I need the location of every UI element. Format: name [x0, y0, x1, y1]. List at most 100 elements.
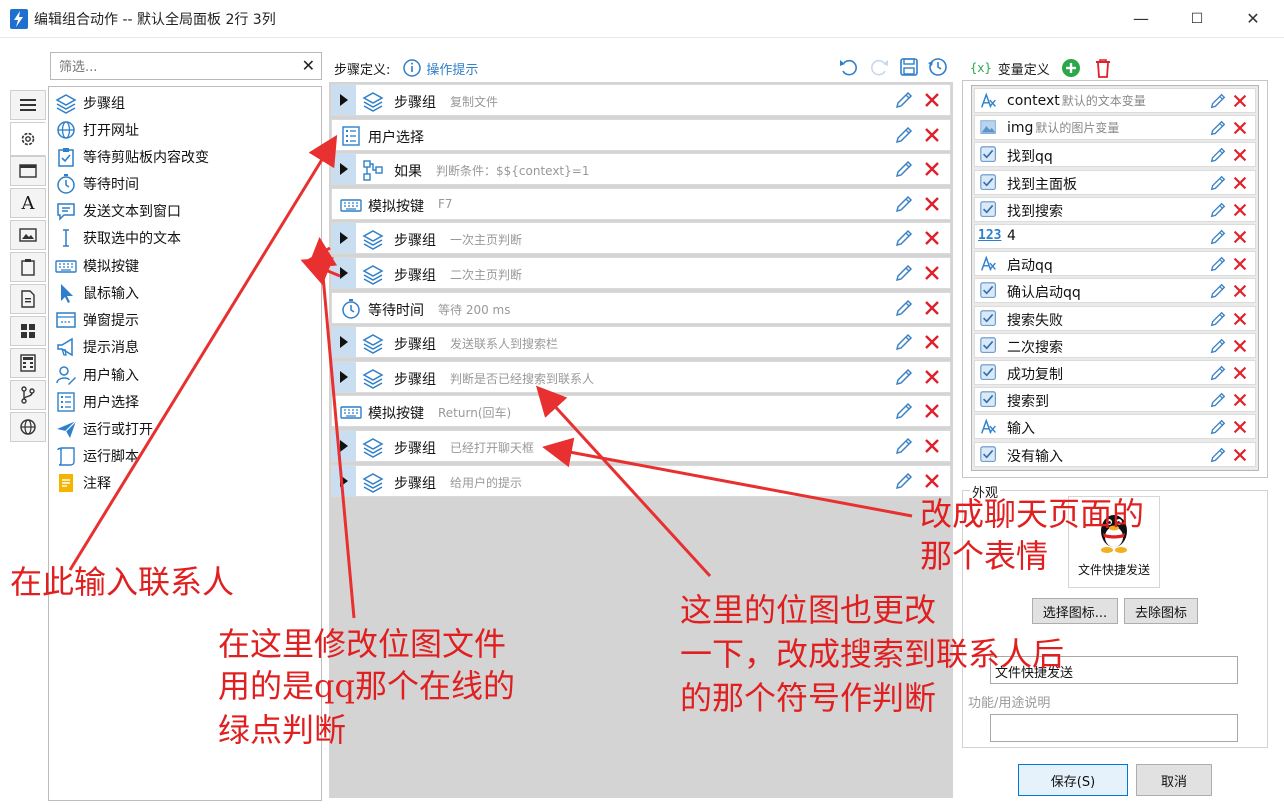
variable-row[interactable]: 输入 — [974, 414, 1256, 440]
variable-row[interactable]: 二次搜索 — [974, 332, 1256, 358]
cancel-button[interactable]: 取消 — [1136, 764, 1212, 796]
edit-variable-icon[interactable] — [1209, 391, 1227, 409]
delete-step-icon[interactable] — [922, 263, 942, 283]
delete-step-icon[interactable] — [922, 436, 942, 456]
edit-variable-icon[interactable] — [1209, 228, 1227, 246]
remove-icon-button[interactable]: 去除图标 — [1124, 598, 1198, 624]
delete-variable-row-icon[interactable] — [1231, 228, 1249, 246]
clear-filter-icon[interactable]: ✕ — [302, 56, 315, 75]
expand-arrow-icon[interactable] — [332, 258, 356, 288]
step-row[interactable]: 步骤组 判断是否已经搜索到联系人 — [331, 360, 951, 393]
rail-text-button[interactable]: A — [10, 188, 46, 218]
variable-row[interactable]: 找到搜索 — [974, 196, 1256, 222]
delete-variable-row-icon[interactable] — [1231, 146, 1249, 164]
palette-item[interactable]: 步骤组 — [55, 91, 125, 115]
edit-step-icon[interactable] — [894, 263, 914, 283]
delete-step-icon[interactable] — [922, 125, 942, 145]
edit-variable-icon[interactable] — [1209, 418, 1227, 436]
variable-row[interactable]: 成功复制 — [974, 360, 1256, 385]
variable-row[interactable]: 找到主面板 — [974, 169, 1256, 195]
delete-variable-row-icon[interactable] — [1231, 391, 1249, 409]
delete-step-icon[interactable] — [922, 298, 942, 318]
step-row[interactable]: 如果 判断条件：$${context}=1 — [331, 153, 951, 186]
expand-arrow-icon[interactable] — [332, 223, 356, 254]
variable-row[interactable]: 123 4 — [974, 224, 1256, 249]
delete-step-icon[interactable] — [922, 90, 942, 110]
edit-variable-icon[interactable] — [1209, 119, 1227, 137]
edit-variable-icon[interactable] — [1209, 337, 1227, 355]
step-row[interactable]: 等待时间 等待 200 ms — [331, 291, 951, 324]
variable-row[interactable]: 启动qq — [974, 251, 1256, 277]
redo-icon[interactable] — [868, 56, 890, 78]
minimize-button[interactable]: — — [1118, 0, 1164, 38]
palette-item[interactable]: 提示消息 — [55, 335, 139, 359]
expand-arrow-icon[interactable] — [332, 361, 356, 392]
edit-step-icon[interactable] — [894, 298, 914, 318]
step-row[interactable]: 步骤组 二次主页判断 — [331, 257, 951, 289]
save-button[interactable]: 保存(S) — [1018, 764, 1128, 796]
variable-row[interactable]: 搜索失败 — [974, 305, 1256, 331]
rail-windows-button[interactable] — [10, 316, 46, 346]
delete-variable-row-icon[interactable] — [1231, 364, 1249, 382]
edit-variable-icon[interactable] — [1209, 446, 1227, 464]
delete-step-icon[interactable] — [922, 228, 942, 248]
step-row[interactable]: 模拟按键 Return(回车) — [331, 395, 951, 428]
edit-step-icon[interactable] — [894, 228, 914, 248]
palette-item[interactable]: 打开网址 — [55, 118, 139, 142]
variable-row[interactable]: 确认启动qq — [974, 278, 1256, 304]
palette-item[interactable]: 鼠标输入 — [55, 281, 139, 305]
palette-item[interactable]: 注释 — [55, 471, 111, 495]
filter-input[interactable] — [59, 57, 289, 77]
edit-variable-icon[interactable] — [1209, 201, 1227, 219]
variable-row[interactable]: img 默认的图片变量 — [974, 115, 1256, 141]
rail-globe-button[interactable] — [10, 412, 46, 442]
save-icon[interactable] — [898, 56, 920, 78]
delete-variable-row-icon[interactable] — [1231, 174, 1249, 192]
edit-step-icon[interactable] — [894, 159, 914, 179]
delete-variable-row-icon[interactable] — [1231, 282, 1249, 300]
edit-variable-icon[interactable] — [1209, 92, 1227, 110]
edit-step-icon[interactable] — [894, 332, 914, 352]
delete-step-icon[interactable] — [922, 401, 942, 421]
step-row[interactable]: 步骤组 发送联系人到搜索栏 — [331, 326, 951, 359]
rail-calculator-button[interactable] — [10, 348, 46, 378]
delete-step-icon[interactable] — [922, 332, 942, 352]
step-row[interactable]: 模拟按键 F7 — [331, 187, 951, 220]
rail-image-button[interactable] — [10, 220, 46, 250]
palette-item[interactable]: 模拟按键 — [55, 254, 139, 278]
undo-icon[interactable] — [838, 56, 860, 78]
edit-step-icon[interactable] — [894, 401, 914, 421]
delete-variable-row-icon[interactable] — [1231, 201, 1249, 219]
edit-step-icon[interactable] — [894, 471, 914, 491]
delete-variable-row-icon[interactable] — [1231, 337, 1249, 355]
edit-variable-icon[interactable] — [1209, 310, 1227, 328]
palette-item[interactable]: 发送文本到窗口 — [55, 199, 181, 223]
variable-row[interactable]: 找到qq — [974, 142, 1256, 168]
step-row[interactable]: 步骤组 给用户的提示 — [331, 464, 951, 497]
edit-step-icon[interactable] — [894, 194, 914, 214]
delete-variable-row-icon[interactable] — [1231, 446, 1249, 464]
rail-branch-button[interactable] — [10, 380, 46, 410]
history-icon[interactable] — [926, 55, 950, 79]
delete-variable-icon[interactable] — [1092, 57, 1114, 79]
expand-arrow-icon[interactable] — [332, 465, 356, 496]
palette-item[interactable]: 运行或打开 — [55, 417, 153, 441]
delete-variable-row-icon[interactable] — [1231, 119, 1249, 137]
edit-step-icon[interactable] — [894, 367, 914, 387]
expand-arrow-icon[interactable] — [332, 85, 356, 115]
step-row[interactable]: 步骤组 复制文件 — [331, 84, 951, 116]
delete-variable-row-icon[interactable] — [1231, 255, 1249, 273]
variable-row[interactable]: context 默认的文本变量 — [974, 88, 1256, 113]
edit-step-icon[interactable] — [894, 90, 914, 110]
step-row[interactable]: 步骤组 一次主页判断 — [331, 222, 951, 255]
palette-item[interactable]: 等待时间 — [55, 172, 139, 196]
palette-item[interactable]: 获取选中的文本 — [55, 226, 181, 250]
maximize-button[interactable]: ☐ — [1174, 0, 1220, 38]
edit-variable-icon[interactable] — [1209, 282, 1227, 300]
step-row[interactable]: 用户选择 — [331, 118, 951, 151]
palette-item[interactable]: 运行脚本 — [55, 444, 139, 468]
delete-variable-row-icon[interactable] — [1231, 310, 1249, 328]
expand-arrow-icon[interactable] — [332, 327, 356, 358]
step-row[interactable]: 步骤组 已经打开聊天框 — [331, 430, 951, 462]
delete-step-icon[interactable] — [922, 194, 942, 214]
